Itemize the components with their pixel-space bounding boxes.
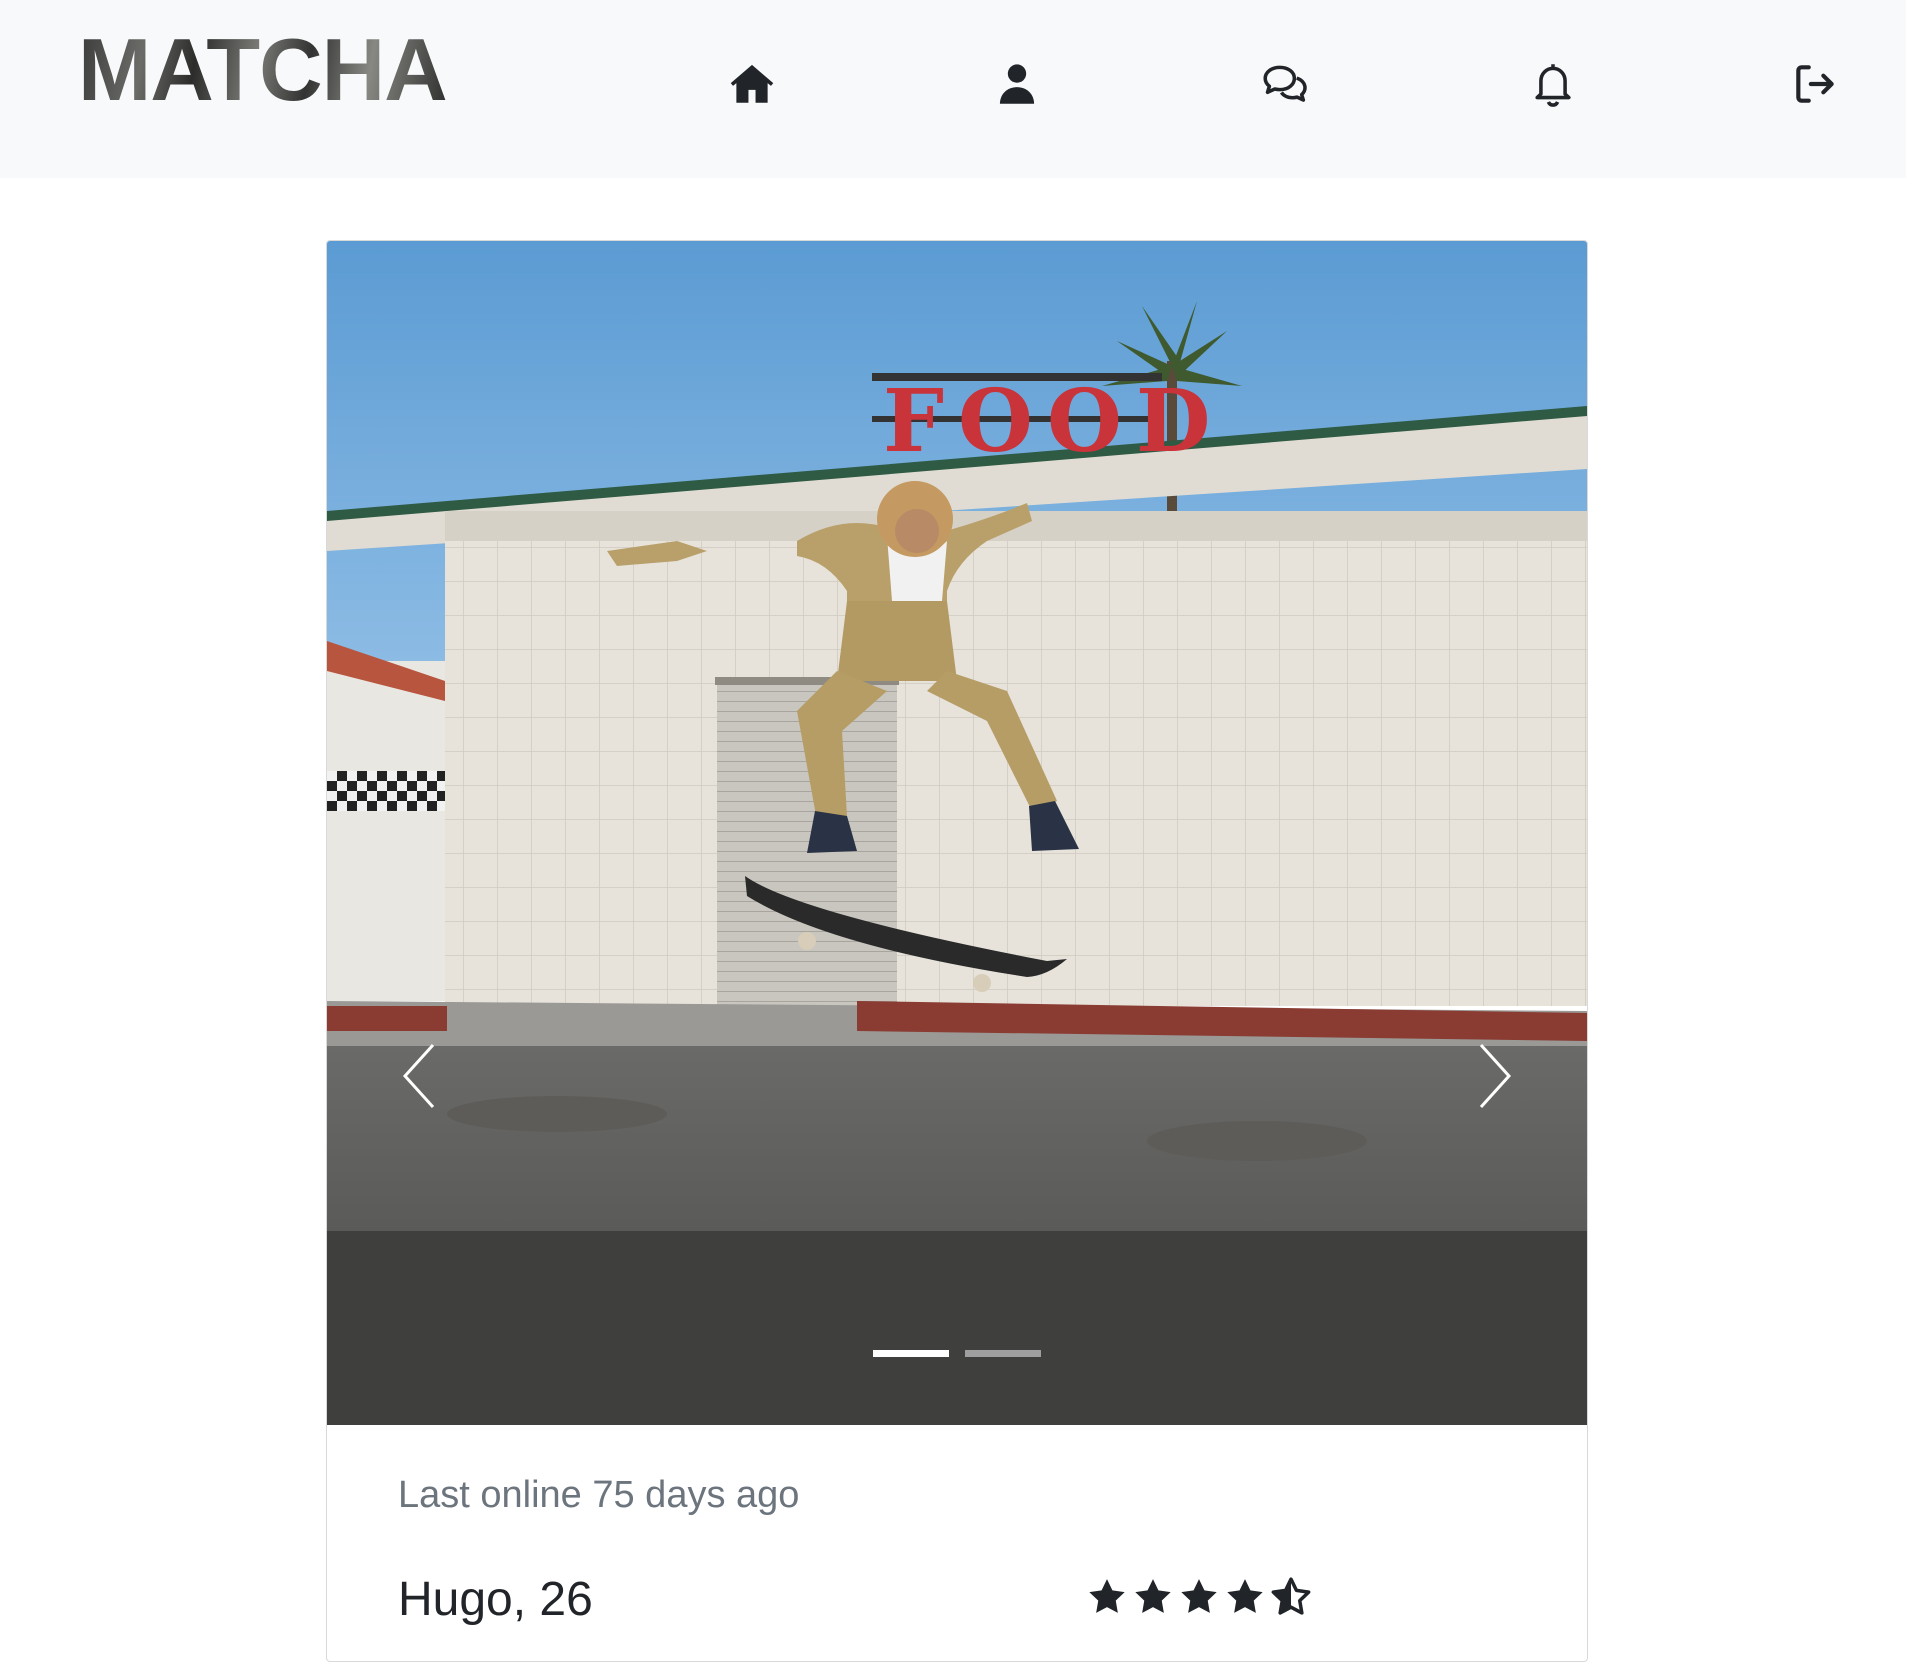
star-full-icon (1224, 1576, 1266, 1618)
carousel-prev-button[interactable] (379, 1021, 459, 1131)
carousel-indicators (873, 1350, 1041, 1357)
star-rating (1086, 1576, 1312, 1618)
name-age: Hugo, 26 (398, 1573, 593, 1626)
star-half-icon (1270, 1576, 1312, 1618)
last-online-label: Last online 75 days ago (398, 1474, 800, 1516)
svg-text:FOOD: FOOD (883, 371, 1224, 472)
chevron-left-icon (402, 1043, 435, 1109)
bell-icon[interactable] (1527, 58, 1579, 110)
user-icon[interactable] (991, 58, 1043, 110)
brand-logo[interactable]: MATCHA (78, 26, 448, 114)
last-online-text: Last online 75 days ago (398, 1474, 799, 1517)
star-full-icon (1132, 1576, 1174, 1618)
profile-photo: FOOD (327, 241, 1587, 1425)
chat-icon[interactable] (1259, 58, 1311, 110)
carousel-next-button[interactable] (1455, 1021, 1535, 1131)
logout-icon[interactable] (1789, 58, 1841, 110)
navbar: MATCHA (0, 0, 1906, 178)
star-full-icon (1086, 1576, 1128, 1618)
star-full-icon (1178, 1576, 1220, 1618)
photo-carousel[interactable]: FOOD (327, 241, 1587, 1425)
home-icon[interactable] (726, 58, 778, 110)
chevron-right-icon (1479, 1043, 1512, 1109)
carousel-indicator-2[interactable] (965, 1350, 1041, 1357)
carousel-indicator-1[interactable] (873, 1350, 949, 1357)
profile-card: FOOD (326, 240, 1588, 1662)
